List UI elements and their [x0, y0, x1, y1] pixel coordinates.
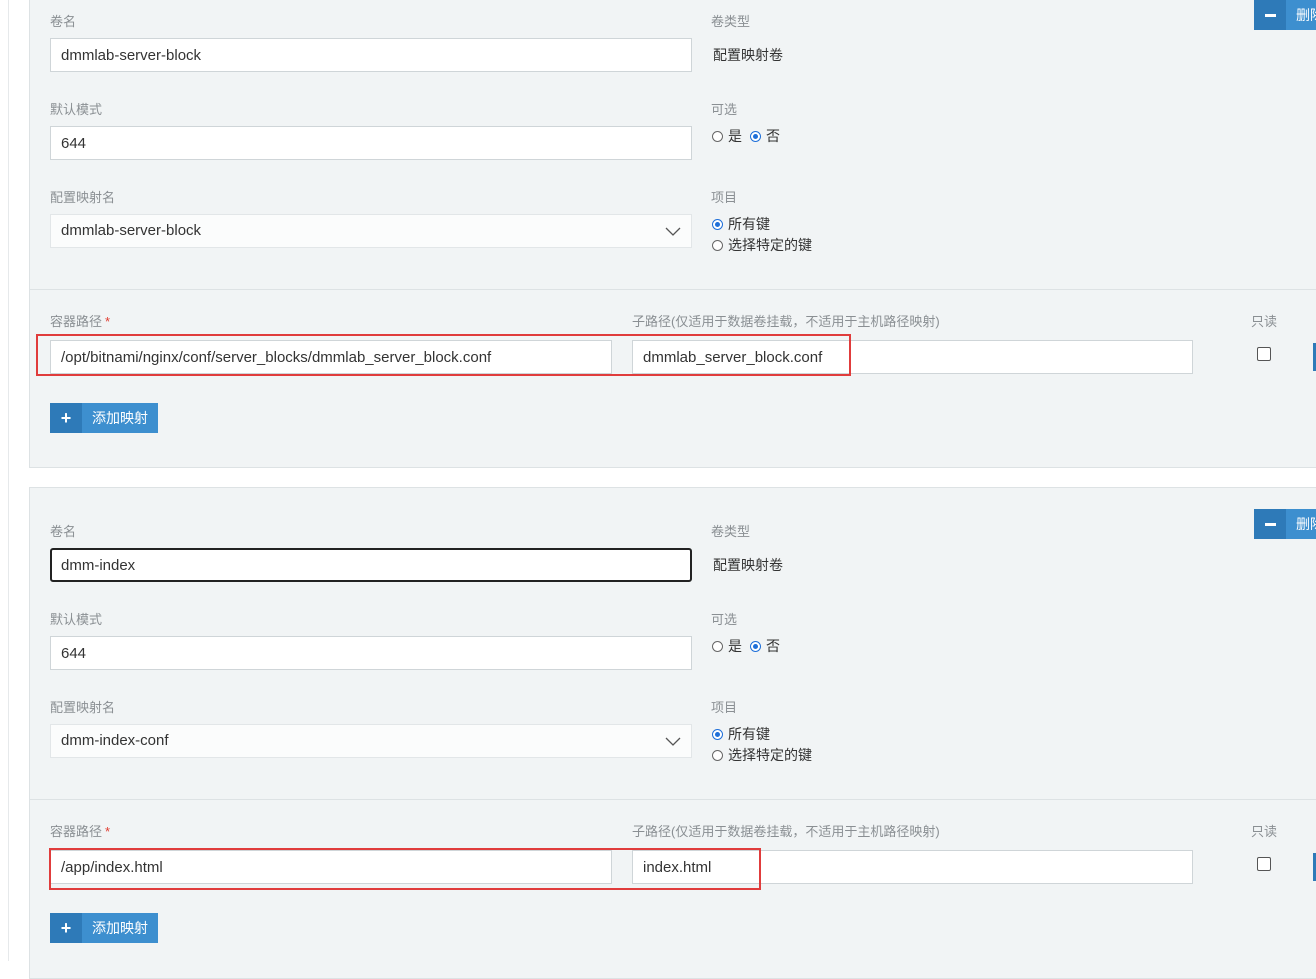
optional-no-label: 否: [766, 638, 780, 654]
container-path-input[interactable]: [50, 850, 612, 884]
optional-no-radio[interactable]: [750, 130, 761, 142]
items-all-keys-radio[interactable]: [712, 728, 723, 740]
configmap-name-label: 配置映射名: [50, 190, 116, 205]
volume-name-label: 卷名: [50, 524, 77, 539]
delete-volume-label: 删除: [1296, 516, 1316, 532]
volume-name-input[interactable]: [50, 548, 692, 582]
sub-path-input[interactable]: [632, 340, 1193, 374]
items-specific-keys-label: 选择特定的键: [728, 747, 812, 763]
optional-radio-group: 是 否: [712, 636, 780, 656]
configmap-name-value: dmmlab-server-block: [61, 222, 202, 239]
delete-volume-button[interactable]: 删除: [1254, 0, 1316, 30]
volume-panel: 卷名 卷类型 配置映射卷 删除 默认模式 可选 是 否 配置映射名 dmmlab…: [29, 0, 1316, 468]
chevron-down-icon: [665, 737, 681, 746]
optional-label: 可选: [711, 102, 738, 117]
plus-icon: +: [50, 403, 82, 433]
items-all-keys-option: 所有键: [712, 214, 770, 234]
default-mode-label: 默认模式: [50, 612, 103, 627]
readonly-label: 只读: [1251, 314, 1278, 329]
section-divider: [30, 799, 1316, 800]
volume-panel: 卷名 卷类型 配置映射卷 删除 默认模式 可选 是 否 配置映射名 dmm-in…: [29, 487, 1316, 979]
sub-path-label: 子路径(仅适用于数据卷挂载，不适用于主机路径映射): [632, 314, 940, 329]
items-all-keys-label: 所有键: [728, 726, 770, 742]
volume-type-value: 配置映射卷: [713, 47, 783, 63]
add-mapping-label: 添加映射: [92, 920, 148, 936]
readonly-label: 只读: [1251, 824, 1278, 839]
container-path-input[interactable]: [50, 340, 612, 374]
delete-volume-button[interactable]: 删除: [1254, 509, 1316, 539]
page-left-border: [8, 0, 9, 961]
plus-icon: +: [50, 913, 82, 943]
optional-no-label: 否: [766, 128, 780, 144]
chevron-down-icon: [665, 227, 681, 236]
optional-yes-label: 是: [728, 638, 742, 654]
sub-path-label: 子路径(仅适用于数据卷挂载，不适用于主机路径映射): [632, 824, 940, 839]
volume-type-label: 卷类型: [711, 524, 751, 539]
add-mapping-button[interactable]: + 添加映射: [50, 913, 158, 943]
add-mapping-button[interactable]: + 添加映射: [50, 403, 158, 433]
configmap-name-select[interactable]: dmm-index-conf: [50, 724, 692, 758]
optional-yes-radio[interactable]: [712, 640, 723, 652]
items-label: 项目: [711, 190, 738, 205]
readonly-checkbox[interactable]: [1257, 347, 1271, 361]
readonly-checkbox[interactable]: [1257, 857, 1271, 871]
sub-path-input[interactable]: [632, 850, 1193, 884]
items-specific-keys-label: 选择特定的键: [728, 237, 812, 253]
default-mode-input[interactable]: [50, 126, 692, 160]
items-label: 项目: [711, 700, 738, 715]
configmap-name-value: dmm-index-conf: [61, 732, 169, 749]
items-specific-keys-option: 选择特定的键: [712, 235, 812, 255]
items-all-keys-radio[interactable]: [712, 218, 723, 230]
configmap-name-label: 配置映射名: [50, 700, 116, 715]
configmap-name-select[interactable]: dmmlab-server-block: [50, 214, 692, 248]
volume-type-label: 卷类型: [711, 14, 751, 29]
optional-no-radio[interactable]: [750, 640, 761, 652]
delete-volume-label: 删除: [1296, 7, 1316, 23]
minus-icon: [1254, 0, 1286, 30]
section-divider: [30, 289, 1316, 290]
items-all-keys-label: 所有键: [728, 216, 770, 232]
required-mark: *: [105, 314, 111, 329]
items-all-keys-option: 所有键: [712, 724, 770, 744]
default-mode-label: 默认模式: [50, 102, 103, 117]
required-mark: *: [105, 824, 111, 839]
items-specific-keys-radio[interactable]: [712, 749, 723, 761]
items-specific-keys-radio[interactable]: [712, 239, 723, 251]
optional-yes-label: 是: [728, 128, 742, 144]
container-path-label: 容器路径 *: [50, 314, 111, 329]
volume-name-label: 卷名: [50, 14, 77, 29]
optional-radio-group: 是 否: [712, 126, 780, 146]
optional-label: 可选: [711, 612, 738, 627]
container-path-label: 容器路径 *: [50, 824, 111, 839]
minus-icon: [1254, 509, 1286, 539]
default-mode-input[interactable]: [50, 636, 692, 670]
volume-name-input[interactable]: [50, 38, 692, 72]
items-specific-keys-option: 选择特定的键: [712, 745, 812, 765]
add-mapping-label: 添加映射: [92, 410, 148, 426]
optional-yes-radio[interactable]: [712, 130, 723, 142]
volume-type-value: 配置映射卷: [713, 557, 783, 573]
